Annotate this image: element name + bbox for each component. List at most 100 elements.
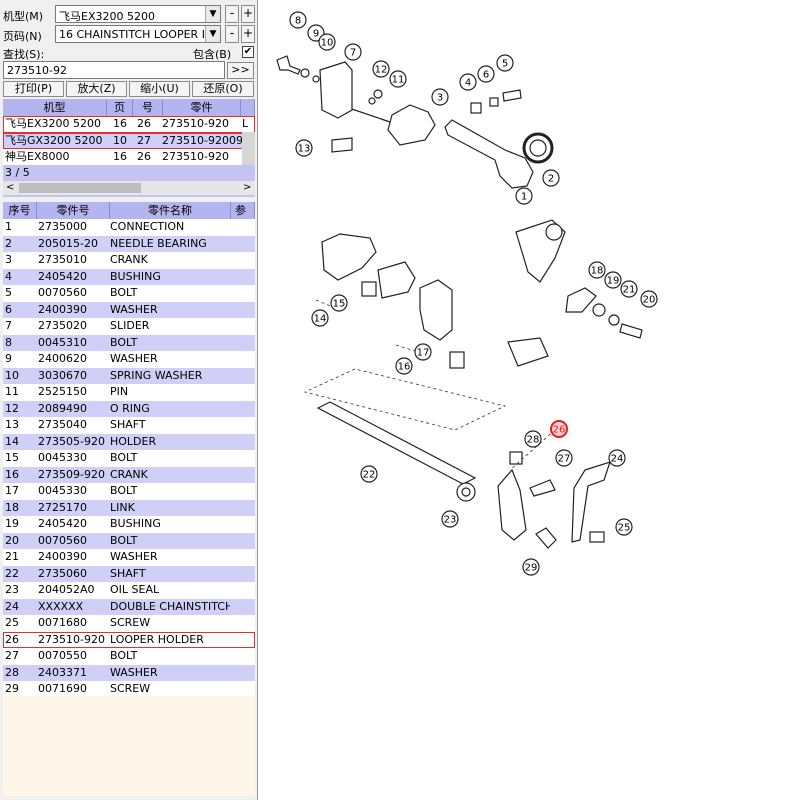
row-part-number: XXXXXX (38, 599, 84, 613)
row-part-name: DOUBLE CHAINSTITCH (110, 599, 230, 613)
table-row[interactable]: 9 2400620 WASHER (3, 351, 255, 368)
callout-label-21[interactable]: 21 (623, 285, 636, 296)
table-row[interactable]: 19 2405420 BUSHING (3, 516, 255, 533)
callout-label-5[interactable]: 5 (502, 59, 508, 70)
callout-label-29[interactable]: 29 (525, 563, 538, 574)
callout-label-1[interactable]: 1 (521, 192, 527, 203)
table-row[interactable]: 25 0071680 SCREW (3, 615, 255, 632)
row-index: 16 (5, 467, 19, 481)
zoom-out-button[interactable]: 缩小(U) (129, 81, 190, 97)
include-checkbox[interactable]: ✔ (242, 46, 254, 58)
callout-label-8[interactable]: 8 (295, 16, 301, 27)
table-row[interactable]: 24 XXXXXX DOUBLE CHAINSTITCH (3, 598, 255, 615)
table-row[interactable]: 14 273505-920 HOLDER (3, 433, 255, 450)
table-row[interactable]: 12 2089490 O RING (3, 400, 255, 417)
chevron-down-icon[interactable]: ▼ (205, 6, 220, 22)
callout-label-14[interactable]: 14 (314, 314, 327, 325)
bolt-17-part (449, 351, 465, 369)
table-row[interactable]: 28 2403371 WASHER (3, 664, 255, 681)
table-row[interactable]: 15 0045330 BOLT (3, 450, 255, 467)
table-row[interactable]: 26 273510-920 LOOPER HOLDER (3, 631, 255, 648)
callout-label-28[interactable]: 28 (527, 435, 540, 446)
table-row[interactable]: 神马EX8000 16 26 273510-920 (3, 149, 255, 166)
row-part-number: 2400620 (38, 352, 87, 365)
model-plus-button[interactable]: + (241, 5, 255, 23)
horizontal-scrollbar[interactable]: < > (3, 181, 255, 195)
table-row[interactable]: 22 2735060 SHAFT (3, 565, 255, 582)
table-row[interactable]: 飞马GX3200 5200 10 27 273510-92009 L (3, 132, 255, 149)
chevron-down-icon[interactable]: ▼ (205, 26, 220, 42)
table-row[interactable]: 27 0070550 BOLT (3, 648, 255, 665)
table-row[interactable]: 飞马EX3200 5200 16 26 273510-920 L (3, 116, 255, 133)
callout-label-3[interactable]: 3 (437, 93, 443, 104)
callout-label-20[interactable]: 20 (643, 295, 656, 306)
print-button[interactable]: 打印(P) (3, 81, 64, 97)
row-part-number: 2725170 (38, 500, 87, 514)
table-row[interactable]: 23 204052A0 OIL SEAL (3, 582, 255, 599)
model-select[interactable]: 飞马EX3200 5200 ▼ (55, 5, 221, 23)
callout-label-7[interactable]: 7 (350, 48, 356, 59)
table-row[interactable]: 5 0070560 BOLT (3, 285, 255, 302)
scroll-right-icon[interactable]: > (243, 181, 251, 195)
exploded-parts-diagram[interactable]: 1 2 3 4 5 6 7 8 9 10 11 12 13 14 15 16 17 18 19 20 21 22 23 24 2… (261, 0, 800, 800)
callout-label-2[interactable]: 2 (548, 174, 554, 185)
callout-label-10[interactable]: 10 (321, 38, 334, 49)
callout-label-9[interactable]: 9 (313, 29, 319, 40)
callout-label-22[interactable]: 22 (363, 470, 376, 481)
row-part-name: BUSHING (110, 517, 161, 530)
vertical-scrollbar[interactable] (242, 132, 255, 165)
callout-label-16[interactable]: 16 (398, 362, 411, 373)
callout-label-24[interactable]: 24 (611, 454, 624, 465)
search-go-button[interactable]: >> (227, 62, 254, 79)
model-minus-button[interactable]: - (225, 5, 239, 23)
callout-label-11[interactable]: 11 (392, 75, 405, 86)
table-row[interactable]: 11 2525150 PIN (3, 384, 255, 401)
table-row[interactable]: 6 2400390 WASHER (3, 301, 255, 318)
table-row[interactable]: 8 0045310 BOLT (3, 334, 255, 351)
table-row[interactable]: 3 2735010 CRANK (3, 252, 255, 269)
table-row[interactable]: 29 0071690 SCREW (3, 681, 255, 696)
row-part-number: 3030670 (38, 368, 87, 382)
row-part-name: CRANK (110, 253, 148, 266)
callout-label-25[interactable]: 25 (618, 523, 631, 534)
callout-label-15[interactable]: 15 (333, 299, 346, 310)
bushing-4-part (470, 102, 482, 114)
callout-label-27[interactable]: 27 (558, 454, 571, 465)
table-row[interactable]: 1 2735000 CONNECTION (3, 219, 255, 236)
callout-label-4[interactable]: 4 (465, 78, 471, 89)
callout-label-26[interactable]: 26 (553, 425, 566, 436)
callout-label-12[interactable]: 12 (375, 65, 388, 76)
callout-label-18[interactable]: 18 (591, 266, 604, 277)
page-select[interactable]: 16 CHAINSTITCH LOOPER DR ▼ (55, 25, 221, 43)
table-row[interactable]: 7 2735020 SLIDER (3, 318, 255, 335)
row-part-number: 2400390 (38, 550, 87, 563)
table-row[interactable]: 10 3030670 SPRING WASHER (3, 367, 255, 384)
table-row[interactable]: 16 273509-920 CRANK (3, 466, 255, 483)
callout-label-17[interactable]: 17 (417, 348, 430, 359)
page-minus-button[interactable]: - (225, 25, 239, 43)
col-part: 零件 (163, 99, 241, 116)
row-part-name: CRANK (110, 467, 148, 481)
search-input[interactable]: 273510-92 (3, 61, 225, 79)
table-row[interactable]: 13 2735040 SHAFT (3, 417, 255, 434)
scroll-left-icon[interactable]: < (6, 181, 14, 195)
callout-label-23[interactable]: 23 (444, 515, 457, 526)
parts-table-header: 序号 零件号 零件名称 参考 (3, 202, 255, 234)
callout-label-6[interactable]: 6 (483, 70, 489, 81)
row-index: 6 (5, 302, 12, 316)
table-row[interactable]: 20 0070560 BOLT (3, 532, 255, 549)
callout-label-19[interactable]: 19 (607, 276, 620, 287)
model-row: 机型(M) 飞马EX3200 5200 ▼ - + (0, 5, 258, 23)
models-table: 机型 页 号 零件 飞马EX3200 5200 16 26 273510-920… (3, 99, 255, 197)
page-plus-button[interactable]: + (241, 25, 255, 43)
restore-button[interactable]: 还原(O) (192, 81, 254, 97)
search-label: 查找(S): (3, 48, 45, 61)
table-row[interactable]: 2 205015-20 NEEDLE BEARING (3, 235, 255, 252)
table-row[interactable]: 18 2725170 LINK (3, 499, 255, 516)
table-row[interactable]: 4 2405420 BUSHING (3, 268, 255, 285)
callout-label-13[interactable]: 13 (298, 144, 311, 155)
table-row[interactable]: 17 0045330 BOLT (3, 483, 255, 500)
zoom-in-button[interactable]: 放大(Z) (66, 81, 127, 97)
table-row[interactable]: 21 2400390 WASHER (3, 549, 255, 566)
scrollbar-thumb[interactable] (19, 183, 141, 193)
